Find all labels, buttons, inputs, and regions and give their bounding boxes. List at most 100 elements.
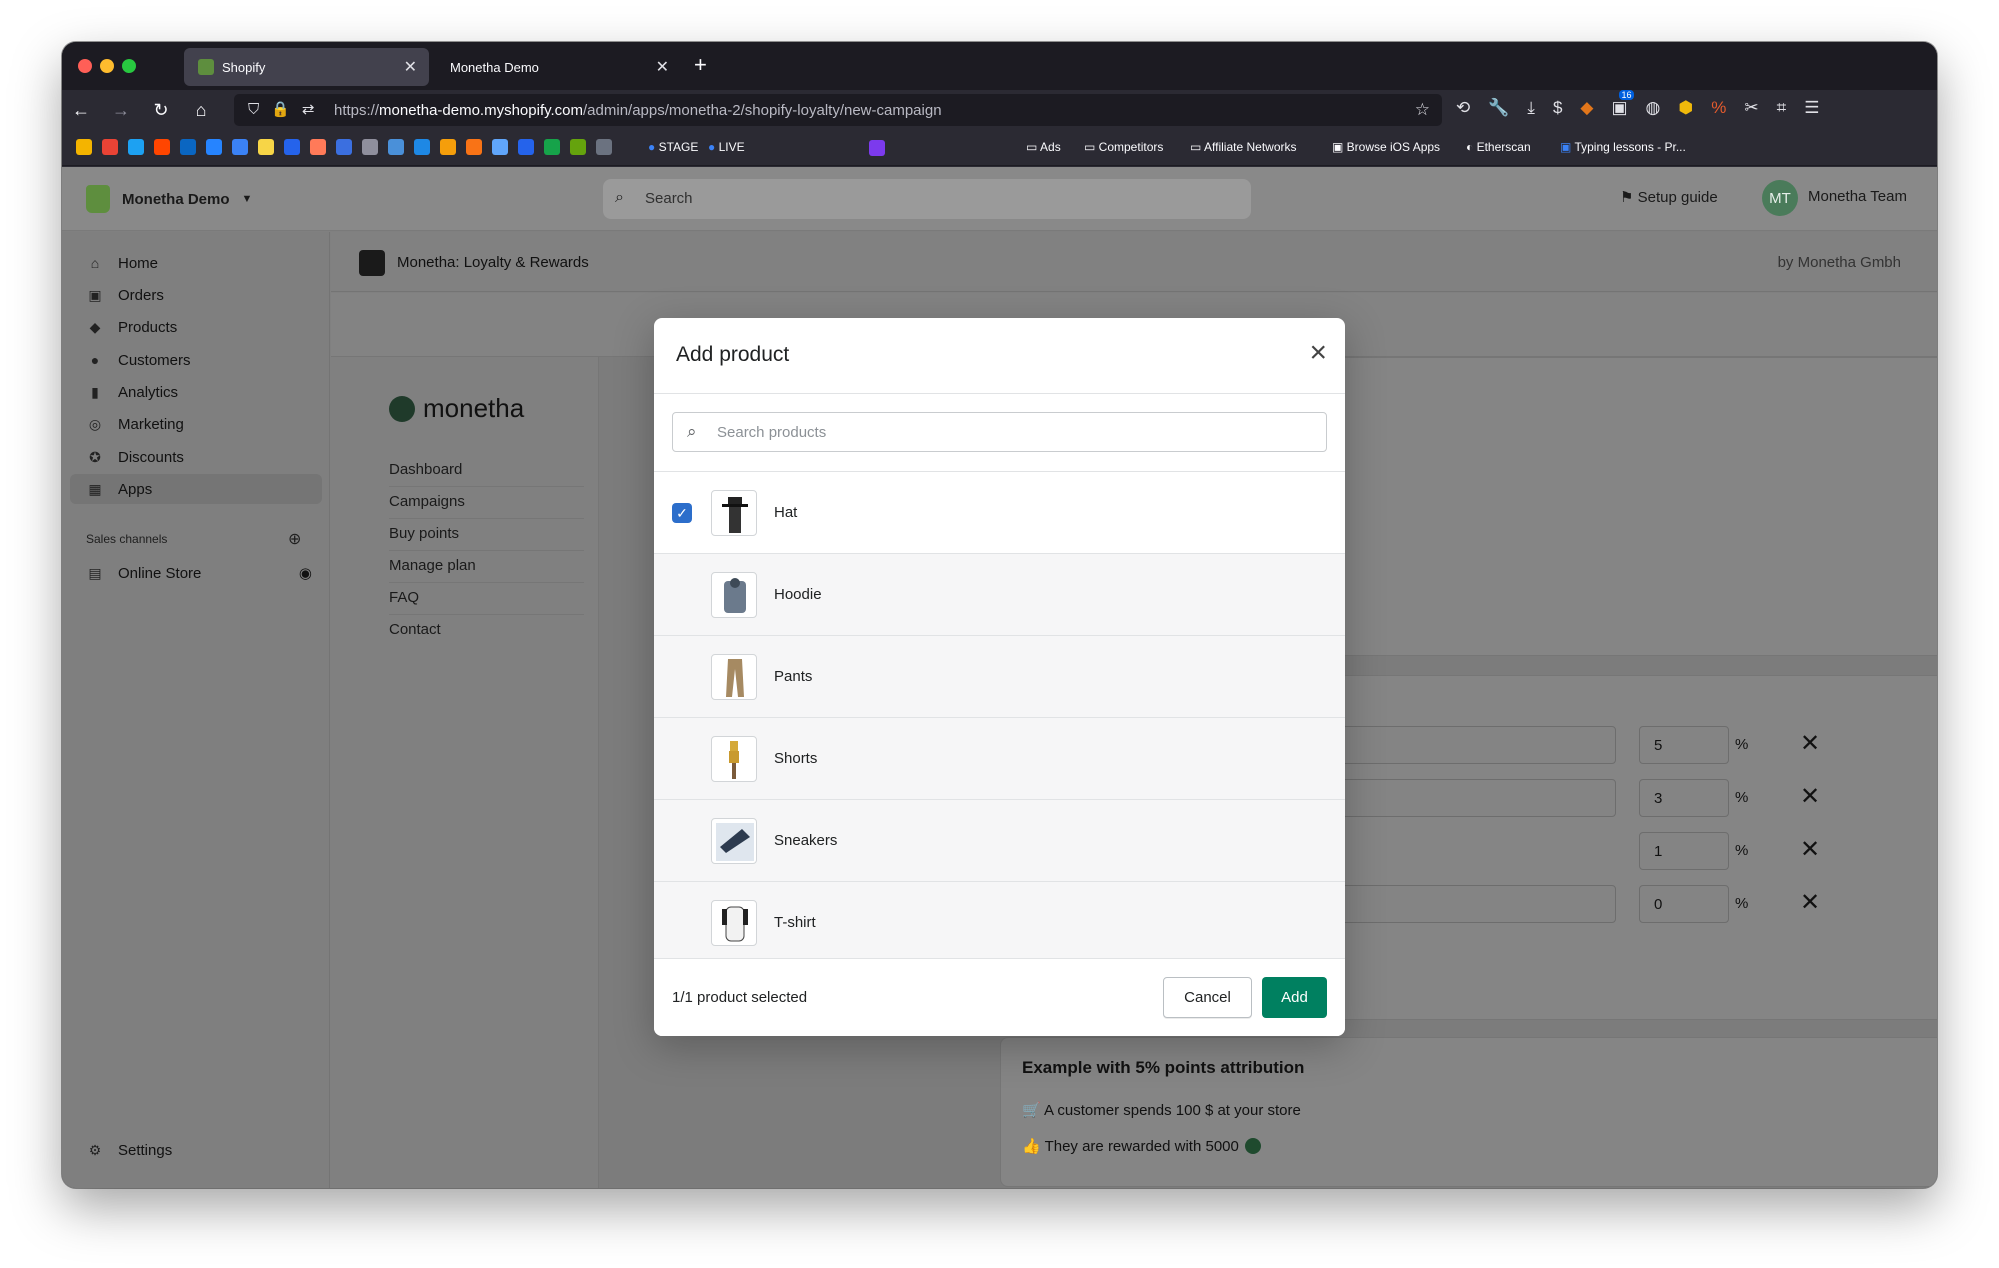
checkbox-checked[interactable]: ✓ bbox=[672, 503, 692, 523]
product-row-t-shirt[interactable]: T-shirt bbox=[654, 882, 1345, 964]
back-arrow-icon[interactable]: ← bbox=[70, 99, 92, 121]
product-row-hat[interactable]: ✓ Hat bbox=[654, 472, 1345, 554]
eye-icon[interactable]: ◉ bbox=[299, 564, 312, 582]
url-text[interactable]: https://monetha-demo.myshopify.com/admin… bbox=[334, 102, 942, 119]
crop-extension-icon[interactable]: ⌗ bbox=[1777, 98, 1787, 118]
product-row-pants[interactable]: Pants bbox=[654, 636, 1345, 718]
bookmark-star-icon[interactable]: ☆ bbox=[1415, 100, 1430, 120]
add-sales-channel-icon[interactable]: ⊕ bbox=[288, 529, 301, 549]
sidebar-item-online-store[interactable]: ▤ Online Store ◉ bbox=[86, 558, 322, 588]
screenshot-extension-icon[interactable]: ✂ bbox=[1744, 98, 1758, 118]
percent-input[interactable]: 1 bbox=[1639, 832, 1729, 870]
bookmark-live[interactable]: ● LIVE bbox=[708, 140, 745, 154]
store-switcher[interactable]: Monetha Demo ▼ bbox=[86, 185, 252, 213]
bookmark-typing-lessons[interactable]: ▣ Typing lessons - Pr... bbox=[1560, 140, 1686, 154]
percent-input[interactable]: 5 bbox=[1639, 726, 1729, 764]
bookmark-icon[interactable] bbox=[869, 140, 885, 156]
jira-icon[interactable] bbox=[206, 139, 222, 155]
bookmark-icon[interactable] bbox=[466, 139, 482, 155]
extension-badge-icon[interactable]: ▣ 16 bbox=[1611, 90, 1634, 118]
cube-extension-icon[interactable]: ⬢ bbox=[1678, 98, 1693, 118]
app-nav-campaigns[interactable]: Campaigns bbox=[389, 493, 584, 519]
bookmark-icon[interactable] bbox=[440, 139, 456, 155]
sidebar-item-settings[interactable]: ⚙ Settings bbox=[86, 1135, 322, 1165]
tab-close-icon[interactable]: ✕ bbox=[656, 57, 669, 77]
avatar[interactable]: MT bbox=[1762, 180, 1798, 216]
site-info-icons[interactable]: ⛉🔒⇄ bbox=[248, 100, 327, 118]
remove-row-icon[interactable]: ✕ bbox=[1800, 782, 1820, 811]
tab-monetha-demo[interactable]: Monetha Demo ✕ bbox=[436, 48, 681, 86]
add-button[interactable]: Add bbox=[1262, 977, 1327, 1018]
sidebar-item-apps[interactable]: ▦ Apps bbox=[70, 474, 322, 504]
bookmark-icon[interactable] bbox=[232, 139, 248, 155]
product-row-sneakers[interactable]: Sneakers bbox=[654, 800, 1345, 882]
menu-icon[interactable]: ☰ bbox=[1804, 98, 1819, 118]
reload-icon[interactable]: ↻ bbox=[150, 99, 172, 121]
forward-arrow-icon[interactable]: → bbox=[110, 99, 132, 121]
bookmark-affiliate-networks[interactable]: ▭ Affiliate Networks bbox=[1190, 140, 1297, 154]
metamask-icon[interactable]: ◆ bbox=[1580, 98, 1593, 118]
app-nav-manage-plan[interactable]: Manage plan bbox=[389, 557, 584, 583]
percent-input[interactable]: 3 bbox=[1639, 779, 1729, 817]
linkedin-icon[interactable] bbox=[180, 139, 196, 155]
product-search-field[interactable]: ⌕ bbox=[672, 412, 1327, 452]
bookmark-icon[interactable] bbox=[544, 139, 560, 155]
gmail-icon[interactable] bbox=[102, 139, 118, 155]
bookmark-browse-ios-apps[interactable]: ▣ Browse iOS Apps bbox=[1332, 140, 1440, 154]
globe-extension-icon[interactable]: ◍ bbox=[1646, 98, 1661, 118]
home-icon[interactable]: ⌂ bbox=[190, 99, 212, 121]
window-zoom-button[interactable] bbox=[122, 59, 136, 73]
bookmark-icon[interactable] bbox=[596, 139, 612, 155]
bookmark-icon[interactable] bbox=[76, 139, 92, 155]
sidebar-item-home[interactable]: ⌂ Home bbox=[86, 248, 322, 278]
dollar-extension-icon[interactable]: $ bbox=[1553, 98, 1562, 118]
sidebar-item-customers[interactable]: ● Customers bbox=[86, 345, 322, 375]
download-icon[interactable]: ⤓ bbox=[1527, 98, 1535, 118]
sidebar-item-products[interactable]: ◆ Products bbox=[86, 312, 322, 342]
app-nav-buy-points[interactable]: Buy points bbox=[389, 525, 584, 551]
twitter-icon[interactable] bbox=[128, 139, 144, 155]
admin-search[interactable]: ⌕ Search bbox=[603, 179, 1251, 219]
bookmark-icon[interactable] bbox=[388, 139, 404, 155]
sidebar-item-discounts[interactable]: ✪ Discounts bbox=[86, 442, 322, 472]
reddit-icon[interactable] bbox=[154, 139, 170, 155]
new-tab-icon[interactable]: + bbox=[694, 52, 707, 78]
bookmark-stage[interactable]: ● STAGE bbox=[648, 140, 698, 154]
history-icon[interactable]: ⟲ bbox=[1456, 98, 1470, 118]
apple-icon[interactable] bbox=[362, 139, 378, 155]
remove-row-icon[interactable]: ✕ bbox=[1800, 835, 1820, 864]
bookmark-icon[interactable] bbox=[414, 139, 430, 155]
app-nav-faq[interactable]: FAQ bbox=[389, 589, 584, 615]
bookmark-icon[interactable] bbox=[336, 139, 352, 155]
cancel-button[interactable]: Cancel bbox=[1163, 977, 1252, 1018]
bookmark-icon[interactable] bbox=[258, 139, 274, 155]
close-icon[interactable]: × bbox=[1309, 338, 1327, 368]
sidebar-item-marketing[interactable]: ◎ Marketing bbox=[86, 409, 322, 439]
sidebar-item-orders[interactable]: ▣ Orders bbox=[86, 280, 322, 310]
setup-guide-button[interactable]: ⚑ Setup guide bbox=[1620, 188, 1718, 206]
sidebar-item-analytics[interactable]: ▮ Analytics bbox=[86, 377, 322, 407]
app-nav-contact[interactable]: Contact bbox=[389, 621, 584, 646]
shopify-bookmark-icon[interactable] bbox=[570, 139, 586, 155]
tab-close-icon[interactable]: ✕ bbox=[404, 57, 417, 77]
bookmark-etherscan[interactable]: ◐ Etherscan bbox=[1466, 140, 1531, 154]
bookmark-ads[interactable]: ▭ Ads bbox=[1026, 140, 1061, 154]
bookmark-competitors[interactable]: ▭ Competitors bbox=[1084, 140, 1163, 154]
percent-input[interactable]: 0 bbox=[1639, 885, 1729, 923]
bookmark-icon[interactable] bbox=[284, 139, 300, 155]
hubspot-icon[interactable] bbox=[310, 139, 326, 155]
product-row-hoodie[interactable]: Hoodie bbox=[654, 554, 1345, 636]
url-bar[interactable]: ⛉🔒⇄ https://monetha-demo.myshopify.com/a… bbox=[234, 94, 1442, 126]
bookmark-icon[interactable] bbox=[492, 139, 508, 155]
user-name[interactable]: Monetha Team bbox=[1808, 188, 1907, 205]
remove-row-icon[interactable]: ✕ bbox=[1800, 888, 1820, 917]
tab-shopify[interactable]: Shopify ✕ bbox=[184, 48, 429, 86]
remove-row-icon[interactable]: ✕ bbox=[1800, 729, 1820, 758]
wrench-icon[interactable]: 🔧 bbox=[1488, 98, 1509, 118]
product-search-input[interactable] bbox=[717, 421, 1277, 443]
app-nav-dashboard[interactable]: Dashboard bbox=[389, 461, 584, 487]
bookmark-icon[interactable] bbox=[518, 139, 534, 155]
product-row-shorts[interactable]: Shorts bbox=[654, 718, 1345, 800]
percent-extension-icon[interactable]: % bbox=[1711, 98, 1726, 118]
window-close-button[interactable] bbox=[78, 59, 92, 73]
